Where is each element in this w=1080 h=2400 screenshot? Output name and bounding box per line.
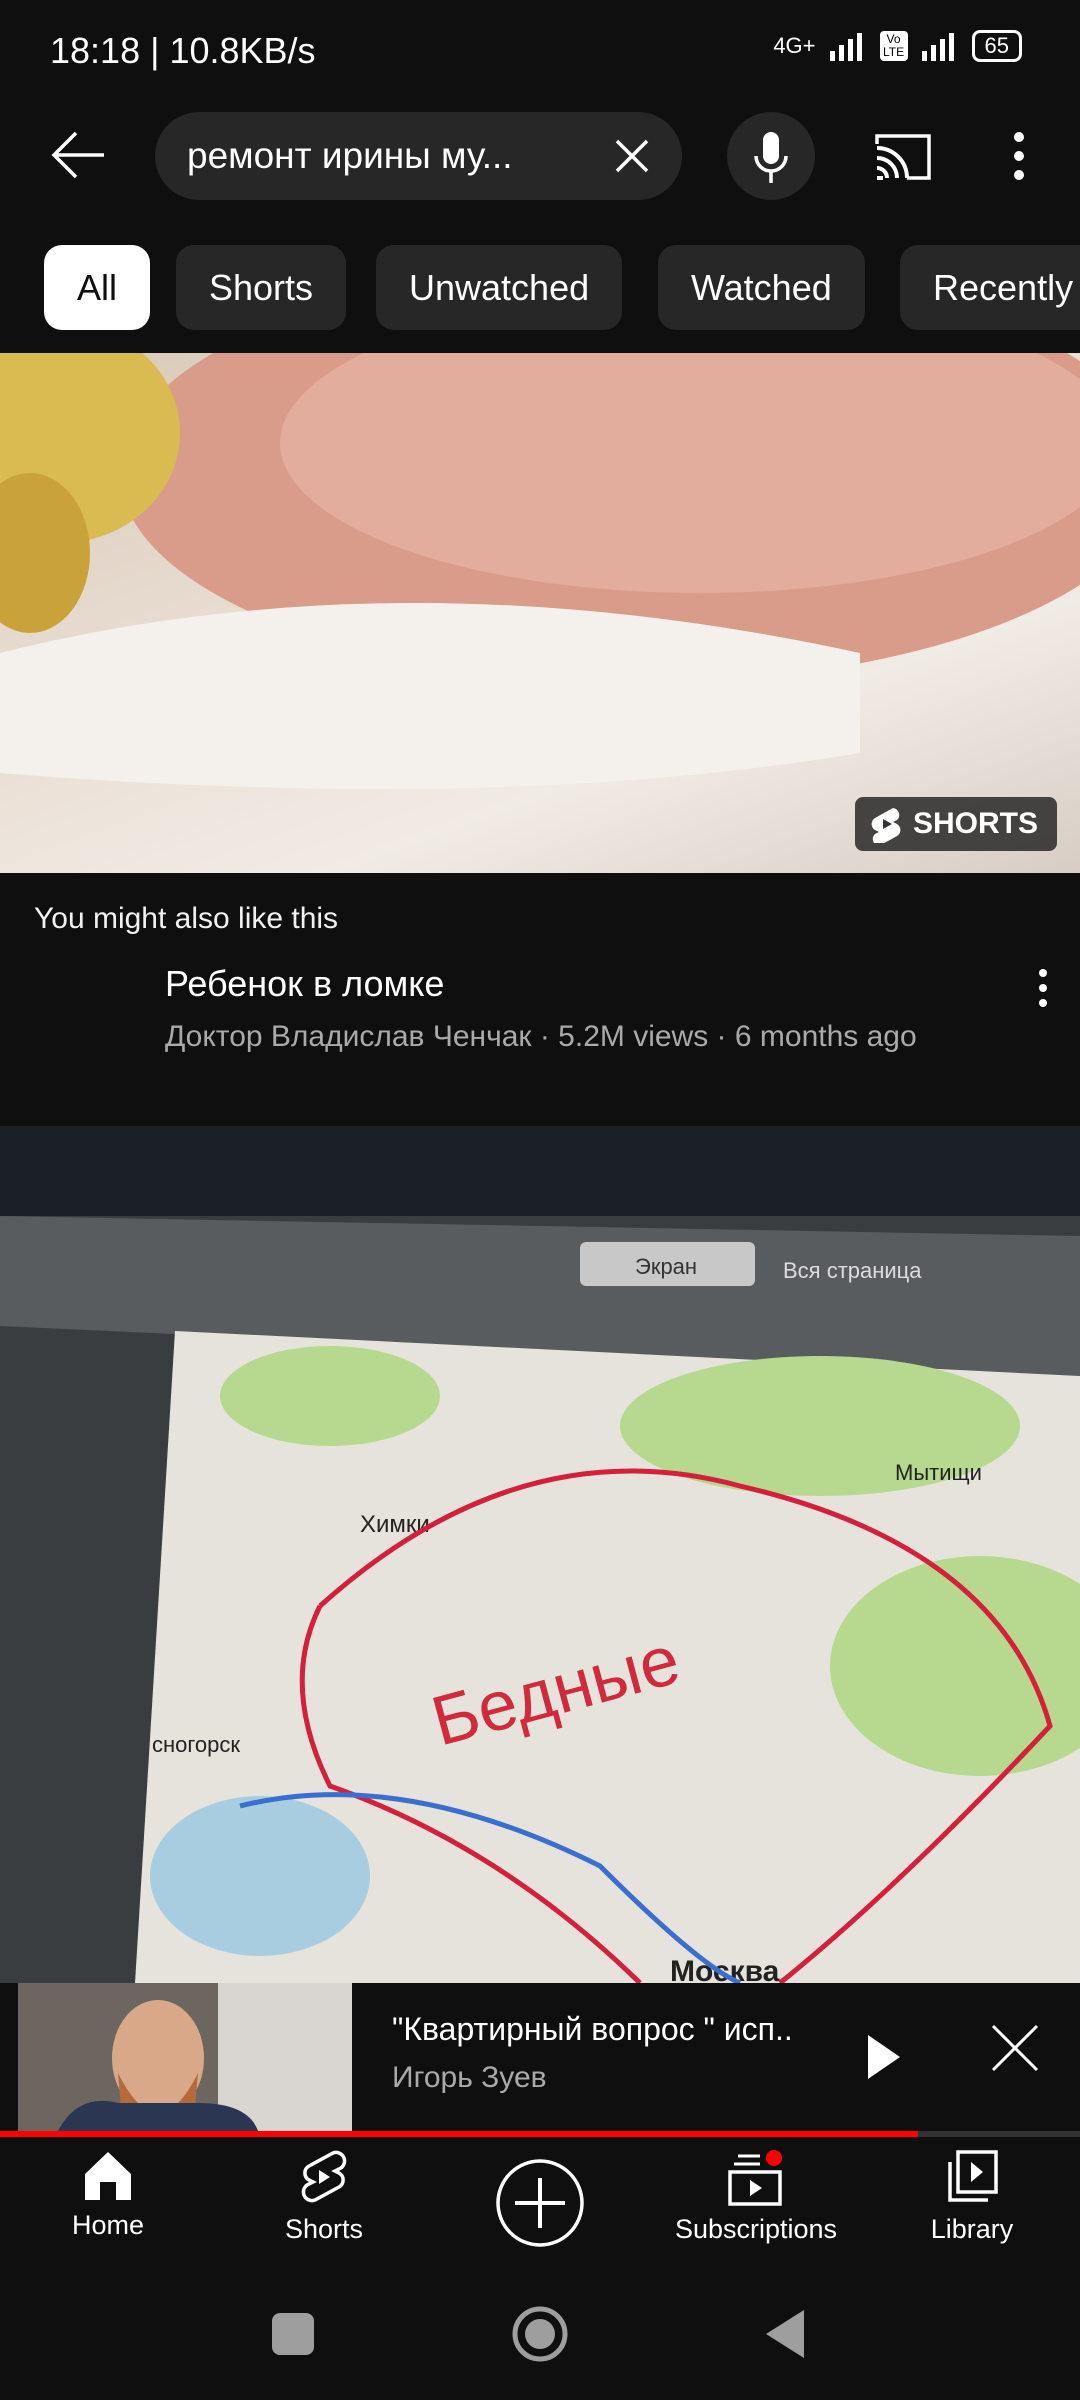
search-input[interactable]: ремонт ирины му... (155, 112, 682, 200)
video-meta: Доктор Владислав Ченчак · 5.2M views · 6… (165, 1020, 917, 1053)
map-tab-screen: Экран (635, 1254, 697, 1279)
network-type: 4G+ (773, 33, 816, 58)
close-icon[interactable] (990, 2023, 1040, 2073)
map-tab-page: Вся страница (783, 1258, 922, 1283)
nav-shorts[interactable]: Shorts (216, 2150, 432, 2245)
nav-home[interactable]: Home (0, 2150, 216, 2241)
video-thumbnail[interactable]: Экран Вся страница Химки Мытищи сногорск… (0, 1126, 1080, 1983)
shorts-logo-icon (871, 808, 901, 843)
shorts-badge: SHORTS (855, 797, 1057, 851)
nav-home-label: Home (71, 2210, 145, 2240)
play-icon[interactable] (866, 2033, 902, 2081)
back-system-button[interactable] (764, 2308, 806, 2360)
back-arrow-icon[interactable] (50, 130, 106, 180)
status-time-speed: 18:18 | 10.8KB/s (50, 30, 316, 71)
volte-icon: Vo LTE (879, 31, 908, 61)
map-city-mytishchi: Мытищи (895, 1460, 982, 1485)
library-icon (948, 2150, 998, 2202)
mini-player-thumbnail (18, 1983, 352, 2131)
status-icons: 4G+ Vo LTE 65 (773, 30, 1022, 62)
video-more-icon[interactable] (1034, 968, 1052, 1008)
chip-watched[interactable]: Watched (658, 245, 865, 330)
baby-image (0, 353, 1080, 789)
chip-shorts[interactable]: Shorts (176, 245, 347, 330)
cast-icon[interactable] (873, 132, 933, 182)
voice-search-button[interactable] (727, 112, 815, 200)
mini-player-title: "Квартирный вопрос " исп.. (392, 2011, 793, 2047)
shorts-badge-label: SHORTS (913, 807, 1039, 840)
mini-player-channel: Игорь Зуев (392, 2061, 547, 2094)
map-city-krasnogorsk: сногорск (152, 1732, 240, 1757)
nav-subscriptions[interactable]: Subscriptions (648, 2150, 864, 2245)
chip-recently[interactable]: Recently (900, 245, 1080, 330)
home-system-button[interactable] (510, 2304, 570, 2364)
create-icon (496, 2159, 584, 2247)
notification-badge (766, 2150, 782, 2166)
subscriptions-icon (728, 2150, 782, 2206)
shorts-icon (301, 2150, 347, 2203)
battery-icon: 65 (971, 30, 1022, 62)
mic-icon (754, 132, 788, 183)
mini-player[interactable]: "Квартирный вопрос " исп.. Игорь Зуев (0, 1983, 1080, 2131)
signal-icon-2 (921, 33, 954, 61)
progress-track (0, 2131, 1080, 2137)
search-query: ремонт ирины му... (187, 135, 513, 176)
clear-icon[interactable] (614, 138, 650, 174)
home-icon (85, 2152, 131, 2200)
section-label: You might also like this (34, 902, 339, 935)
progress-fill (0, 2131, 918, 2137)
video-title[interactable]: Ребенок в ломке (165, 963, 444, 1005)
nav-subscriptions-label: Subscriptions (674, 2214, 838, 2244)
nav-library-label: Library (930, 2214, 1014, 2244)
nav-shorts-label: Shorts (284, 2214, 364, 2244)
map-city-moscow: Москва (670, 1955, 780, 1983)
nav-create[interactable] (432, 2158, 648, 2248)
shorts-thumbnail[interactable] (0, 353, 1080, 873)
chip-all[interactable]: All (44, 245, 151, 330)
chip-unwatched[interactable]: Unwatched (376, 245, 623, 330)
map-image: Экран Вся страница Химки Мытищи сногорск… (0, 1126, 1080, 1983)
more-vert-icon[interactable] (1008, 130, 1030, 182)
nav-library[interactable]: Library (864, 2150, 1080, 2245)
recents-button[interactable] (272, 2313, 314, 2355)
signal-icon (829, 33, 862, 61)
